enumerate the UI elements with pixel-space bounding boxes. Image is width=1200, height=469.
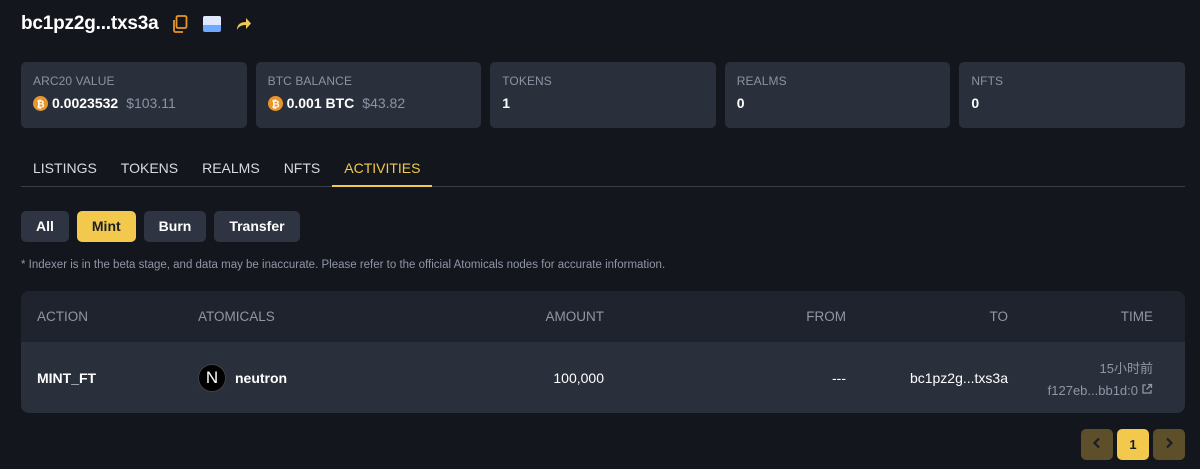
filter-mint-button[interactable]: Mint xyxy=(76,211,136,242)
stat-arc20-value: ARC20 VALUE ₿ 0.0023532 $103.11 xyxy=(21,62,247,128)
table-row: MINT_FT N neutron 100,000 --- bc1pz2g...… xyxy=(21,342,1185,413)
beta-disclaimer: * Indexer is in the beta stage, and data… xyxy=(21,259,666,271)
share-arrow-icon[interactable] xyxy=(234,14,254,34)
stat-value: 0 xyxy=(736,95,745,111)
stats-row: ARC20 VALUE ₿ 0.0023532 $103.11 BTC BALA… xyxy=(21,62,1185,128)
tab-activities[interactable]: ACTIVITIES xyxy=(332,150,433,187)
tx-link[interactable]: f127eb...bb1d:0 xyxy=(1048,383,1153,398)
column-header-atomicals: ATOMICALS xyxy=(198,309,275,324)
chevron-left-icon xyxy=(1092,436,1102,454)
svg-text:₿: ₿ xyxy=(271,98,279,109)
pagination: 1 xyxy=(1081,429,1185,460)
column-header-from: FROM xyxy=(806,309,846,324)
prev-page-button[interactable] xyxy=(1081,429,1113,460)
stat-label: ARC20 VALUE xyxy=(33,74,115,88)
next-page-button[interactable] xyxy=(1153,429,1185,460)
stat-value: 0 xyxy=(971,95,980,111)
table-header: ACTION ATOMICALS AMOUNT FROM TO TIME xyxy=(21,291,1185,342)
column-header-amount: AMOUNT xyxy=(545,309,605,324)
tab-nfts[interactable]: NFTS xyxy=(272,150,333,187)
wallet-address: bc1pz2g...txs3a xyxy=(21,13,159,34)
row-from: --- xyxy=(832,369,846,386)
page-button-current[interactable]: 1 xyxy=(1117,429,1149,460)
stat-tokens: TOKENS 1 xyxy=(490,62,716,128)
column-header-action: ACTION xyxy=(37,309,89,324)
stat-label: BTC BALANCE xyxy=(267,74,353,88)
wallet-icon[interactable] xyxy=(202,14,222,34)
filter-burn-button[interactable]: Burn xyxy=(143,211,207,242)
copy-icon[interactable] xyxy=(170,14,190,34)
stat-usd-value: $103.11 xyxy=(126,95,176,111)
column-header-to: TO xyxy=(989,309,1008,324)
stat-btc-balance: BTC BALANCE ₿ 0.001 BTC $43.82 xyxy=(255,62,482,128)
stat-value: 0.0023532 xyxy=(52,95,119,111)
stat-label: REALMS xyxy=(736,74,787,88)
tab-bar: LISTINGS TOKENS REALMS NFTS ACTIVITIES xyxy=(21,150,1185,187)
row-time: 15小时前 xyxy=(1099,360,1153,376)
atomical-name: neutron xyxy=(235,369,288,386)
activity-filters: All Mint Burn Transfer xyxy=(21,211,300,242)
chevron-right-icon xyxy=(1164,436,1174,454)
stat-label: TOKENS xyxy=(502,74,552,88)
filter-all-button[interactable]: All xyxy=(21,211,69,242)
tx-hash: f127eb...bb1d:0 xyxy=(1047,382,1138,398)
column-header-time: TIME xyxy=(1120,309,1153,324)
stat-realms: REALMS 0 xyxy=(724,62,951,128)
svg-text:₿: ₿ xyxy=(37,98,45,109)
row-action: MINT_FT xyxy=(37,369,97,386)
atomical-logo: N xyxy=(198,363,226,392)
wallet-header: bc1pz2g...txs3a xyxy=(21,10,254,38)
atomical-link[interactable]: N neutron xyxy=(198,363,381,392)
tab-tokens[interactable]: TOKENS xyxy=(109,150,190,187)
activity-table: ACTION ATOMICALS AMOUNT FROM TO TIME MIN… xyxy=(21,291,1185,413)
bitcoin-icon: ₿ xyxy=(33,95,48,111)
stat-value: 0.001 BTC xyxy=(286,95,355,111)
filter-transfer-button[interactable]: Transfer xyxy=(214,211,300,242)
stat-usd-value: $43.82 xyxy=(362,95,406,111)
tab-listings[interactable]: LISTINGS xyxy=(21,150,109,187)
bitcoin-icon: ₿ xyxy=(267,95,283,111)
row-amount: 100,000 xyxy=(553,369,604,386)
stat-value: 1 xyxy=(502,95,510,111)
row-to-address[interactable]: bc1pz2g...txs3a xyxy=(846,370,1008,386)
stat-nfts: NFTS 0 xyxy=(959,62,1185,128)
stat-label: NFTS xyxy=(971,74,1004,88)
external-link-icon xyxy=(1141,383,1153,398)
tab-realms[interactable]: REALMS xyxy=(190,150,272,187)
